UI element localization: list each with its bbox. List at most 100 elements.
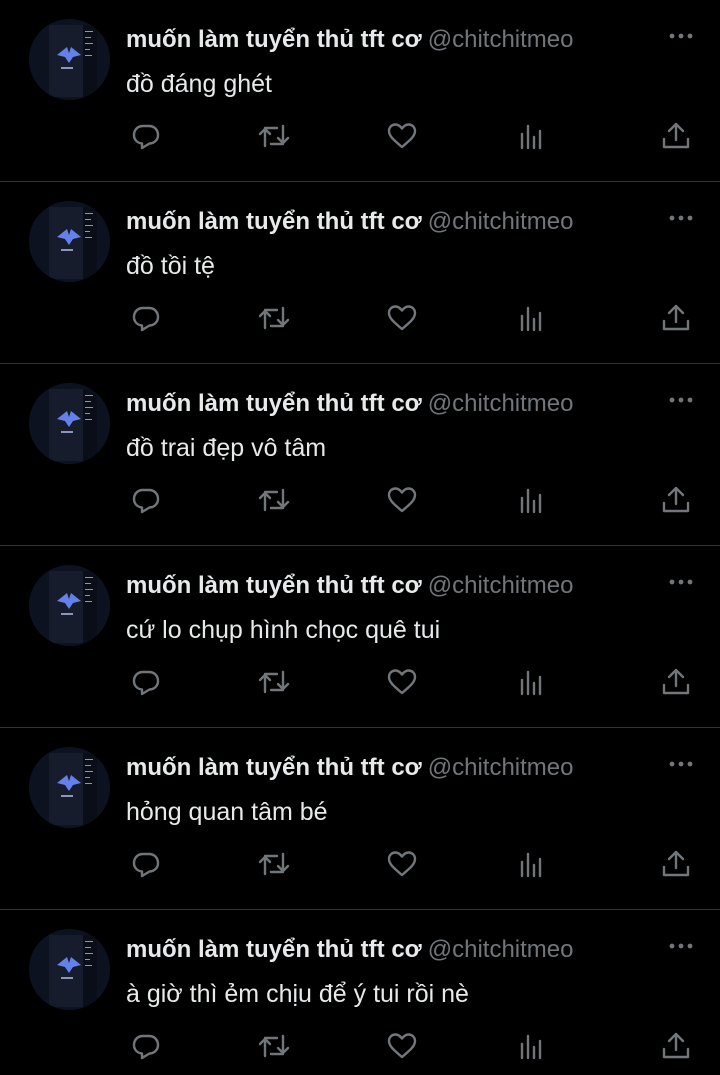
tweet-header: muốn làm tuyển thủ tft cơ @chitchitmeo bbox=[126, 750, 700, 790]
views-button[interactable] bbox=[514, 846, 550, 882]
tweet[interactable]: muốn làm tuyển thủ tft cơ @chitchitmeo đồ… bbox=[0, 0, 720, 182]
tweet[interactable]: muốn làm tuyển thủ tft cơ @chitchitmeo cứ… bbox=[0, 546, 720, 728]
reply-button[interactable] bbox=[128, 482, 164, 518]
more-dots-icon[interactable] bbox=[668, 29, 694, 43]
retweet-button[interactable] bbox=[256, 118, 292, 154]
heart-icon bbox=[387, 123, 417, 149]
heart-icon bbox=[387, 487, 417, 513]
views-chart-icon bbox=[520, 670, 542, 696]
reply-button[interactable] bbox=[128, 846, 164, 882]
reply-button[interactable] bbox=[128, 300, 164, 336]
retweet-icon bbox=[258, 1034, 290, 1058]
tweet[interactable]: muốn làm tuyển thủ tft cơ @chitchitmeo đồ… bbox=[0, 364, 720, 546]
heart-icon bbox=[387, 669, 417, 695]
reply-icon bbox=[132, 124, 160, 150]
tweet-actions bbox=[126, 118, 696, 154]
tweet-header: muốn làm tuyển thủ tft cơ @chitchitmeo bbox=[126, 386, 700, 426]
reply-button[interactable] bbox=[128, 664, 164, 700]
tweet[interactable]: muốn làm tuyển thủ tft cơ @chitchitmeo hỏ… bbox=[0, 728, 720, 910]
retweet-button[interactable] bbox=[256, 846, 292, 882]
tweet-text: đồ trai đẹp vô tâm bbox=[126, 434, 327, 462]
display-name[interactable]: muốn làm tuyển thủ tft cơ bbox=[126, 572, 422, 599]
more-dots-icon[interactable] bbox=[668, 393, 694, 407]
like-button[interactable] bbox=[384, 1028, 420, 1064]
tweet-actions bbox=[126, 664, 696, 700]
avatar[interactable] bbox=[29, 19, 110, 100]
display-name[interactable]: muốn làm tuyển thủ tft cơ bbox=[126, 208, 422, 235]
display-name[interactable]: muốn làm tuyển thủ tft cơ bbox=[126, 390, 422, 417]
retweet-button[interactable] bbox=[256, 664, 292, 700]
avatar[interactable] bbox=[29, 747, 110, 828]
share-icon bbox=[662, 304, 690, 331]
share-button[interactable] bbox=[658, 664, 694, 700]
views-chart-icon bbox=[520, 852, 542, 878]
timeline: muốn làm tuyển thủ tft cơ @chitchitmeo đồ… bbox=[0, 0, 720, 1075]
heart-icon bbox=[387, 851, 417, 877]
views-button[interactable] bbox=[514, 482, 550, 518]
tweet-actions bbox=[126, 482, 696, 518]
display-name[interactable]: muốn làm tuyển thủ tft cơ bbox=[126, 936, 422, 963]
tweet-actions bbox=[126, 846, 696, 882]
tweet-text: hỏng quan tâm bé bbox=[126, 798, 328, 826]
retweet-button[interactable] bbox=[256, 300, 292, 336]
avatar[interactable] bbox=[29, 929, 110, 1010]
tweet-actions bbox=[126, 1028, 696, 1064]
more-dots-icon[interactable] bbox=[668, 757, 694, 771]
tweet[interactable]: muốn làm tuyển thủ tft cơ @chitchitmeo đồ… bbox=[0, 182, 720, 364]
reply-icon bbox=[132, 670, 160, 696]
retweet-icon bbox=[258, 306, 290, 330]
share-icon bbox=[662, 486, 690, 513]
more-dots-icon[interactable] bbox=[668, 939, 694, 953]
avatar[interactable] bbox=[29, 201, 110, 282]
username-handle[interactable]: @chitchitmeo bbox=[428, 572, 574, 599]
tweet-text: cứ lo chụp hình chọc quê tui bbox=[126, 616, 441, 644]
username-handle[interactable]: @chitchitmeo bbox=[428, 390, 574, 417]
tweet-header: muốn làm tuyển thủ tft cơ @chitchitmeo bbox=[126, 932, 700, 972]
reply-button[interactable] bbox=[128, 1028, 164, 1064]
views-chart-icon bbox=[520, 1034, 542, 1060]
like-button[interactable] bbox=[384, 300, 420, 336]
views-button[interactable] bbox=[514, 1028, 550, 1064]
heart-icon bbox=[387, 1033, 417, 1059]
retweet-icon bbox=[258, 124, 290, 148]
more-dots-icon[interactable] bbox=[668, 211, 694, 225]
avatar[interactable] bbox=[29, 565, 110, 646]
views-chart-icon bbox=[520, 306, 542, 332]
views-button[interactable] bbox=[514, 300, 550, 336]
tweet-header: muốn làm tuyển thủ tft cơ @chitchitmeo bbox=[126, 204, 700, 244]
views-chart-icon bbox=[520, 124, 542, 150]
like-button[interactable] bbox=[384, 118, 420, 154]
like-button[interactable] bbox=[384, 482, 420, 518]
like-button[interactable] bbox=[384, 846, 420, 882]
reply-icon bbox=[132, 488, 160, 514]
views-button[interactable] bbox=[514, 118, 550, 154]
like-button[interactable] bbox=[384, 664, 420, 700]
retweet-button[interactable] bbox=[256, 1028, 292, 1064]
views-button[interactable] bbox=[514, 664, 550, 700]
avatar[interactable] bbox=[29, 383, 110, 464]
share-button[interactable] bbox=[658, 300, 694, 336]
reply-icon bbox=[132, 306, 160, 332]
tweet-text: đồ tồi tệ bbox=[126, 252, 215, 280]
share-icon bbox=[662, 668, 690, 695]
display-name[interactable]: muốn làm tuyển thủ tft cơ bbox=[126, 26, 422, 53]
reply-icon bbox=[132, 852, 160, 878]
retweet-icon bbox=[258, 852, 290, 876]
share-button[interactable] bbox=[658, 118, 694, 154]
share-icon bbox=[662, 122, 690, 149]
share-button[interactable] bbox=[658, 1028, 694, 1064]
username-handle[interactable]: @chitchitmeo bbox=[428, 208, 574, 235]
display-name[interactable]: muốn làm tuyển thủ tft cơ bbox=[126, 754, 422, 781]
share-button[interactable] bbox=[658, 846, 694, 882]
retweet-button[interactable] bbox=[256, 482, 292, 518]
retweet-icon bbox=[258, 670, 290, 694]
tweet-text: à giờ thì ẻm chịu để ý tui rồi nè bbox=[126, 980, 469, 1008]
username-handle[interactable]: @chitchitmeo bbox=[428, 936, 574, 963]
share-icon bbox=[662, 850, 690, 877]
username-handle[interactable]: @chitchitmeo bbox=[428, 26, 574, 53]
share-button[interactable] bbox=[658, 482, 694, 518]
tweet[interactable]: muốn làm tuyển thủ tft cơ @chitchitmeo à … bbox=[0, 910, 720, 1075]
username-handle[interactable]: @chitchitmeo bbox=[428, 754, 574, 781]
more-dots-icon[interactable] bbox=[668, 575, 694, 589]
reply-button[interactable] bbox=[128, 118, 164, 154]
